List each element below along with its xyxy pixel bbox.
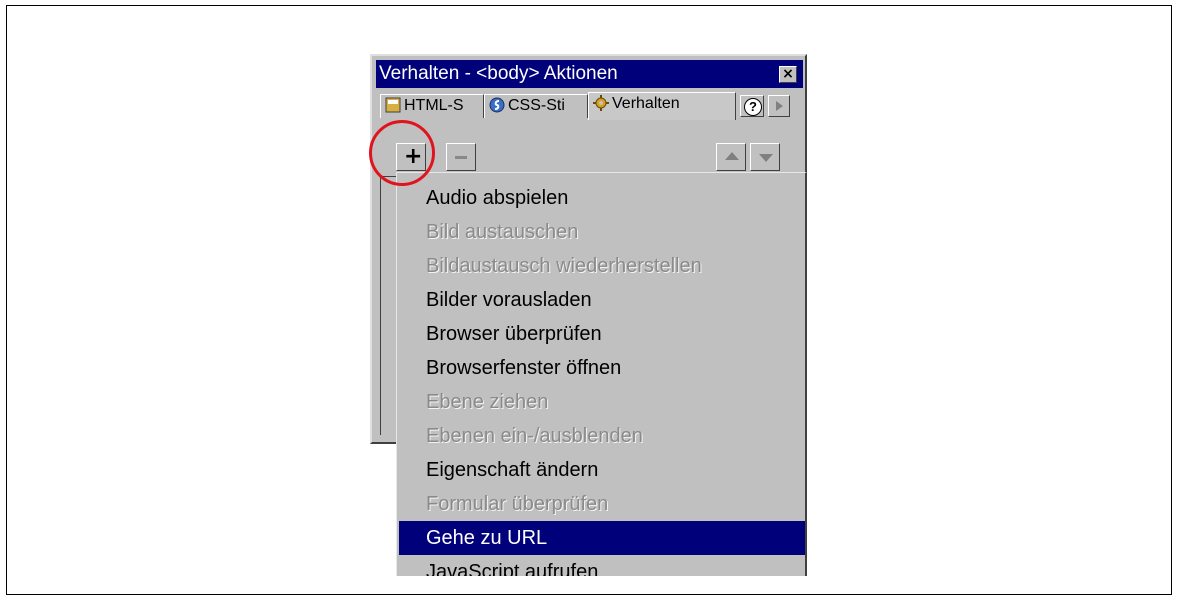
panel-title: Verhalten - <body> Aktionen: [379, 63, 618, 84]
tab-html-styles[interactable]: HTML-S: [380, 94, 484, 118]
help-button[interactable]: ?: [740, 95, 764, 117]
menu-item-audio-abspielen[interactable]: Audio abspielen: [399, 181, 805, 215]
menu-item-eigenschaft-aendern[interactable]: Eigenschaft ändern: [399, 453, 805, 487]
tab-css-styles[interactable]: CSS-Sti: [484, 94, 588, 118]
tab-scroll-right-button[interactable]: [768, 95, 790, 117]
menu-item-javascript-aufrufen[interactable]: JavaScript aufrufen: [399, 555, 805, 576]
close-icon: ×: [782, 66, 794, 82]
tab-label: CSS-Sti: [508, 97, 565, 114]
behaviors-gear-icon: [593, 95, 609, 111]
menu-item-browser-ueberpruefen[interactable]: Browser überprüfen: [399, 317, 805, 351]
highlight-circle: [369, 120, 435, 186]
css-styles-icon: [489, 97, 505, 113]
menu-item-formular-ueberpruefen: Formular überprüfen: [426, 493, 609, 515]
menu-item-ebenen-ein-ausblenden: Ebenen ein-/ausblenden: [426, 425, 643, 447]
tab-behaviors[interactable]: Verhalten: [588, 92, 736, 120]
actions-dropdown-menu: Audio abspielen Bild austauschen Bildaus…: [396, 172, 807, 576]
tab-label: HTML-S: [404, 97, 464, 114]
move-up-button[interactable]: [716, 143, 746, 171]
panel-titlebar[interactable]: Verhalten - <body> Aktionen ×: [376, 60, 803, 88]
menu-item-bilder-vorausladen[interactable]: Bilder vorausladen: [399, 283, 805, 317]
move-down-button[interactable]: [750, 143, 780, 171]
menu-item-bild-austauschen: Bild austauschen: [426, 221, 579, 243]
remove-behavior-button[interactable]: [446, 143, 476, 171]
panel-tabs: HTML-S CSS-Sti Verhalten ?: [376, 92, 803, 120]
tab-label: Verhalten: [612, 95, 680, 112]
menu-item-browserfenster-oeffnen[interactable]: Browserfenster öffnen: [399, 351, 805, 385]
close-button[interactable]: ×: [779, 66, 797, 83]
menu-item-gehe-zu-url[interactable]: Gehe zu URL: [399, 521, 805, 555]
menu-item-ebene-ziehen: Ebene ziehen: [426, 391, 549, 413]
html-styles-icon: [385, 97, 401, 113]
menu-item-bildaustausch-wiederherstellen: Bildaustausch wiederherstellen: [426, 255, 702, 277]
help-icon: ?: [744, 98, 762, 116]
